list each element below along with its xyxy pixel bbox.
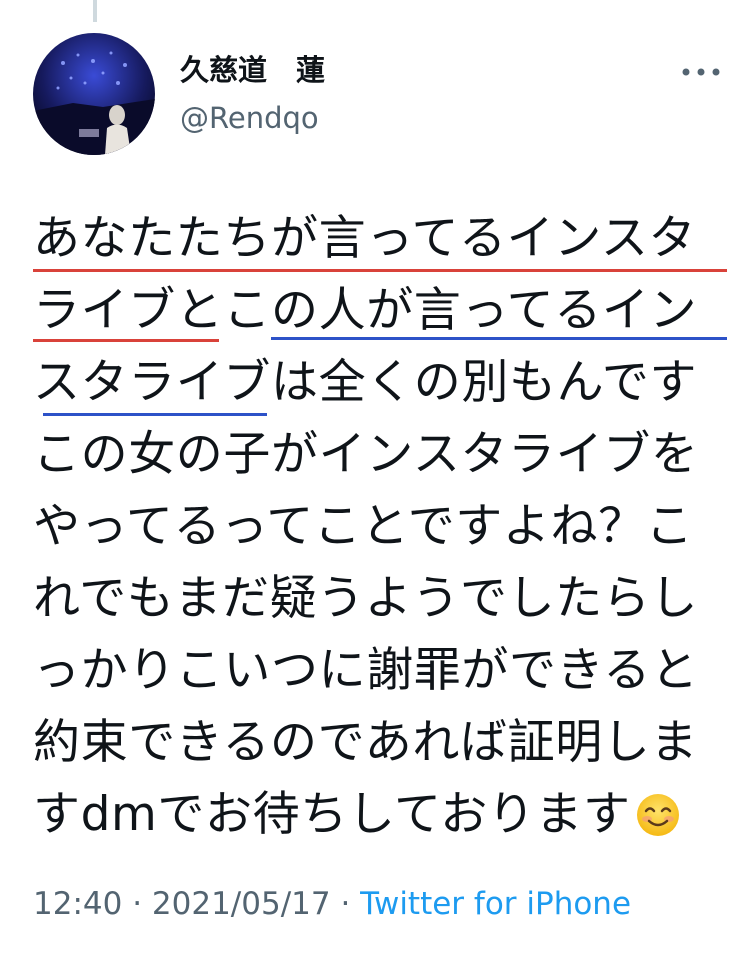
author-display-name[interactable]: 久慈道 蓮 xyxy=(180,52,325,88)
tweet-text-line: ライブとこの人が言ってるイン xyxy=(33,275,733,347)
smiling-face-emoji-icon xyxy=(635,787,681,836)
meta-separator: · xyxy=(122,886,152,922)
blue-underline-mark xyxy=(43,413,267,416)
tweet-text-line-content: すdmでお待ちしております xyxy=(33,787,631,842)
tweet-text-line-content: れでもまだ疑うようでしたらし xyxy=(33,571,698,626)
author-handle[interactable]: @Rendqo xyxy=(180,100,319,136)
tweet-text-line-content: 約束できるのであれば証明しま xyxy=(33,715,698,770)
meta-separator: · xyxy=(330,886,361,922)
tweet-text-line: れでもまだ疑うようでしたらし xyxy=(33,563,733,635)
tweet-text-line-content: ライブとこの人が言ってるイン xyxy=(33,283,698,338)
tweet-time[interactable]: 12:40 xyxy=(33,886,122,922)
more-horizontal-icon xyxy=(682,68,720,76)
thread-connector-line xyxy=(93,0,97,22)
tweet-text-line: あなたたちが言ってるインスタ xyxy=(33,203,733,275)
tweet-text-line-content: やってるってことですよね？こ xyxy=(33,499,694,554)
avatar[interactable] xyxy=(33,33,155,155)
more-options-button[interactable] xyxy=(676,60,726,84)
tweet-text-line-content: っかりこいつに謝罪ができると xyxy=(33,643,699,698)
tweet-text-line-content: この女の子がインスタライブを xyxy=(33,427,699,482)
tweet-text-line-content: あなたたちが言ってるインスタ xyxy=(33,211,697,266)
tweet-metadata: 12:40 · 2021/05/17 · Twitter for iPhone xyxy=(33,884,631,924)
tweet-text-line: やってるってことですよね？こ xyxy=(33,491,733,563)
profile-photo-icon xyxy=(33,33,155,155)
tweet-source-link[interactable]: Twitter for iPhone xyxy=(360,886,631,922)
blue-underline-mark xyxy=(271,337,727,340)
tweet-date[interactable]: 2021/05/17 xyxy=(152,886,331,922)
red-underline-mark xyxy=(33,339,219,342)
tweet-text-line: 約束できるのであれば証明しま xyxy=(33,707,733,779)
red-underline-mark xyxy=(33,269,727,272)
tweet-text-line: っかりこいつに謝罪ができると xyxy=(33,635,733,707)
tweet-text-line: すdmでお待ちしております xyxy=(33,779,733,851)
tweet-text: あなたたちが言ってるインスタ ライブとこの人が言ってるイン スタライブは全くの別… xyxy=(33,203,733,851)
tweet-text-line: スタライブは全くの別もんです xyxy=(33,347,733,419)
tweet-text-line-content: スタライブは全くの別もんです xyxy=(33,355,698,410)
tweet-text-line: この女の子がインスタライブを xyxy=(33,419,733,491)
